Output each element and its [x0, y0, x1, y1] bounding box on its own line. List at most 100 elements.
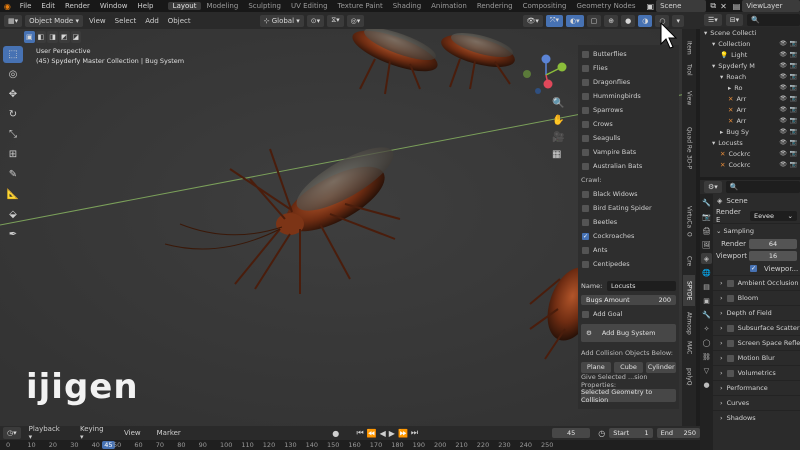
render-camera-icon[interactable]: 📷 — [790, 95, 797, 102]
sidebar-tab-tool[interactable]: Tool — [683, 57, 695, 83]
armature-icon[interactable]: ✕ — [728, 117, 733, 125]
render-props-icon[interactable]: 📷 — [701, 211, 712, 222]
visibility-eye-icon[interactable]: 👁 — [779, 62, 787, 69]
jump-prev-keyframe-icon[interactable]: ⏪ — [367, 429, 377, 438]
visibility-eye-icon[interactable]: 👁 — [779, 51, 787, 58]
crawl-option-cockroaches[interactable]: ✓ Cockroaches — [578, 229, 679, 243]
timeline-ruler[interactable]: 0 10 20 30 40 45 50 60 70 80 90 100 110 120 130 140 150 1… — [0, 440, 700, 450]
collision-cube-button[interactable]: Cube — [613, 361, 644, 373]
armature-icon[interactable]: ✕ — [720, 161, 725, 169]
render-camera-icon[interactable]: 📷 — [790, 128, 797, 135]
render-camera-icon[interactable]: 📷 — [790, 40, 797, 47]
section-ambient-occlusion[interactable]: › Ambient Occlusion — [713, 275, 800, 290]
render-engine-dropdown[interactable]: Eevee ⌄ — [750, 210, 797, 221]
data-props-icon[interactable]: ▽ — [701, 365, 712, 376]
outliner-row[interactable]: ▾ Scene Collecti — [700, 27, 800, 38]
section-performance[interactable]: › Performance — [713, 380, 800, 395]
shading-solid-button[interactable]: ● — [621, 14, 636, 27]
checkbox-icon[interactable] — [582, 78, 589, 86]
move-tool-icon[interactable]: ✥ — [3, 86, 23, 103]
timeline-keying-menu[interactable]: Keying ▾ — [72, 425, 116, 441]
transform-orientation-dropdown[interactable]: ⊹ Global ▾ — [259, 14, 304, 27]
scene-browse-icon[interactable]: ▣ — [647, 2, 655, 11]
bugs-amount-field[interactable]: Bugs Amount 200 — [581, 295, 676, 305]
outliner-row[interactable]: ▾ Spyderfy M 👁 📷 — [700, 60, 800, 71]
select-subtract-icon[interactable]: ◨ — [47, 31, 58, 43]
viewport-samples-field[interactable]: 16 — [749, 251, 797, 261]
delete-scene-icon[interactable]: ✕ — [720, 2, 727, 11]
add-menu[interactable]: Add — [142, 17, 162, 25]
armature-icon[interactable]: ✕ — [728, 95, 733, 103]
add-cube-tool-icon[interactable]: ⬙ — [3, 206, 23, 223]
scene-props-icon[interactable]: ◈ — [701, 253, 712, 264]
visibility-dropdown[interactable]: 👁▾ — [522, 14, 543, 27]
select-box-tool-icon[interactable]: ⬚ — [3, 46, 23, 63]
expand-arrow-icon[interactable]: ▾ — [704, 29, 707, 37]
sidebar-tab-mac[interactable]: MAC — [683, 337, 695, 358]
sidebar-tab-polyq[interactable]: polyQ — [683, 361, 695, 392]
view-layer-selector[interactable]: ViewLayer — [742, 0, 800, 12]
section-enable-checkbox[interactable] — [726, 324, 734, 332]
jump-next-keyframe-icon[interactable]: ⏩ — [398, 429, 408, 438]
visibility-eye-icon[interactable]: 👁 — [779, 161, 787, 168]
fly-option-flies[interactable]: Flies — [578, 61, 679, 75]
visibility-eye-icon[interactable]: 👁 — [779, 117, 787, 124]
jump-end-icon[interactable]: ⏭ — [411, 428, 418, 438]
physics-props-icon[interactable]: ◯ — [701, 337, 712, 348]
fly-option-hummingbirds[interactable]: Hummingbirds — [578, 89, 679, 103]
outliner-row[interactable]: ▾ Collection 👁 📷 — [700, 38, 800, 49]
selected-geometry-to-collision-button[interactable]: Selected Geometry to Collision — [581, 388, 676, 404]
scene-selector[interactable]: Scene — [656, 0, 707, 12]
outliner-row[interactable]: ✕ Cockrc 👁 📷 — [700, 159, 800, 170]
checkbox-icon[interactable] — [582, 162, 589, 170]
section-depth-of-field[interactable]: › Depth of Field — [713, 305, 800, 320]
menu-help[interactable]: Help — [133, 2, 159, 10]
render-camera-icon[interactable]: 📷 — [790, 150, 797, 157]
outliner-row[interactable]: ✕ Cockrc 👁 📷 — [700, 148, 800, 159]
add-goal-checkbox-box[interactable] — [582, 310, 589, 318]
checkbox-icon[interactable] — [582, 134, 589, 142]
collection-props-icon[interactable]: ▤ — [701, 281, 712, 292]
timeline-editor-type-icon[interactable]: ◷▾ — [3, 427, 21, 439]
zoom-icon[interactable]: 🔍 — [552, 95, 564, 112]
jump-start-icon[interactable]: ⏮ — [356, 428, 363, 438]
section-enable-checkbox[interactable] — [726, 294, 734, 302]
section-enable-checkbox[interactable] — [726, 354, 734, 362]
properties-editor-type-icon[interactable]: ⚙▾ — [704, 181, 722, 193]
outliner-row[interactable]: ▸ Bug Sy 👁 📷 — [700, 126, 800, 137]
menu-window[interactable]: Window — [95, 2, 133, 10]
sidebar-tab-view[interactable]: View — [683, 85, 695, 111]
visibility-eye-icon[interactable]: 👁 — [779, 73, 787, 80]
render-camera-icon[interactable]: 📷 — [790, 62, 797, 69]
render-camera-icon[interactable]: 📷 — [790, 51, 797, 58]
checkbox-icon[interactable] — [582, 64, 589, 72]
viewport-denoise-checkbox[interactable]: ✓ — [750, 265, 757, 272]
sidebar-tab-spyde[interactable]: SPYDE — [683, 275, 695, 306]
blender-logo-icon[interactable]: ◉ — [0, 2, 15, 11]
view-menu[interactable]: View — [86, 17, 109, 25]
timeline-playback-menu[interactable]: Playback ▾ — [21, 425, 72, 441]
select-menu[interactable]: Select — [112, 17, 140, 25]
render-camera-icon[interactable]: 📷 — [790, 117, 797, 124]
section-subsurface-scattering[interactable]: › Subsurface Scattering — [713, 320, 800, 335]
section-curves[interactable]: › Curves — [713, 395, 800, 410]
workspace-tab-compositing[interactable]: Compositing — [518, 2, 572, 10]
clock-icon[interactable]: ◷ — [598, 429, 605, 438]
render-camera-icon[interactable]: 📷 — [790, 139, 797, 146]
fly-option-vampire-bats[interactable]: Vampire Bats — [578, 145, 679, 159]
outliner-display-mode-icon[interactable]: ⊟▾ — [725, 13, 744, 26]
checkbox-icon[interactable] — [582, 92, 589, 100]
pivot-point-dropdown[interactable]: ⊙▾ — [306, 14, 325, 27]
workspace-tab-rendering[interactable]: Rendering — [472, 2, 518, 10]
checkbox-icon[interactable] — [582, 120, 589, 128]
armature-icon[interactable]: ✕ — [728, 106, 733, 114]
section-enable-checkbox[interactable] — [726, 339, 734, 347]
visibility-eye-icon[interactable]: 👁 — [779, 95, 787, 102]
checkbox-icon[interactable] — [582, 190, 589, 198]
play-icon[interactable]: ▶ — [389, 429, 395, 438]
proportional-editing-toggle[interactable]: ◎▾ — [346, 14, 365, 27]
visibility-eye-icon[interactable]: 👁 — [779, 84, 787, 91]
object-mode-dropdown[interactable]: Object Mode ▾ — [25, 14, 83, 27]
checkbox-icon[interactable] — [582, 204, 589, 212]
workspace-tab-layout[interactable]: Layout — [167, 2, 202, 10]
